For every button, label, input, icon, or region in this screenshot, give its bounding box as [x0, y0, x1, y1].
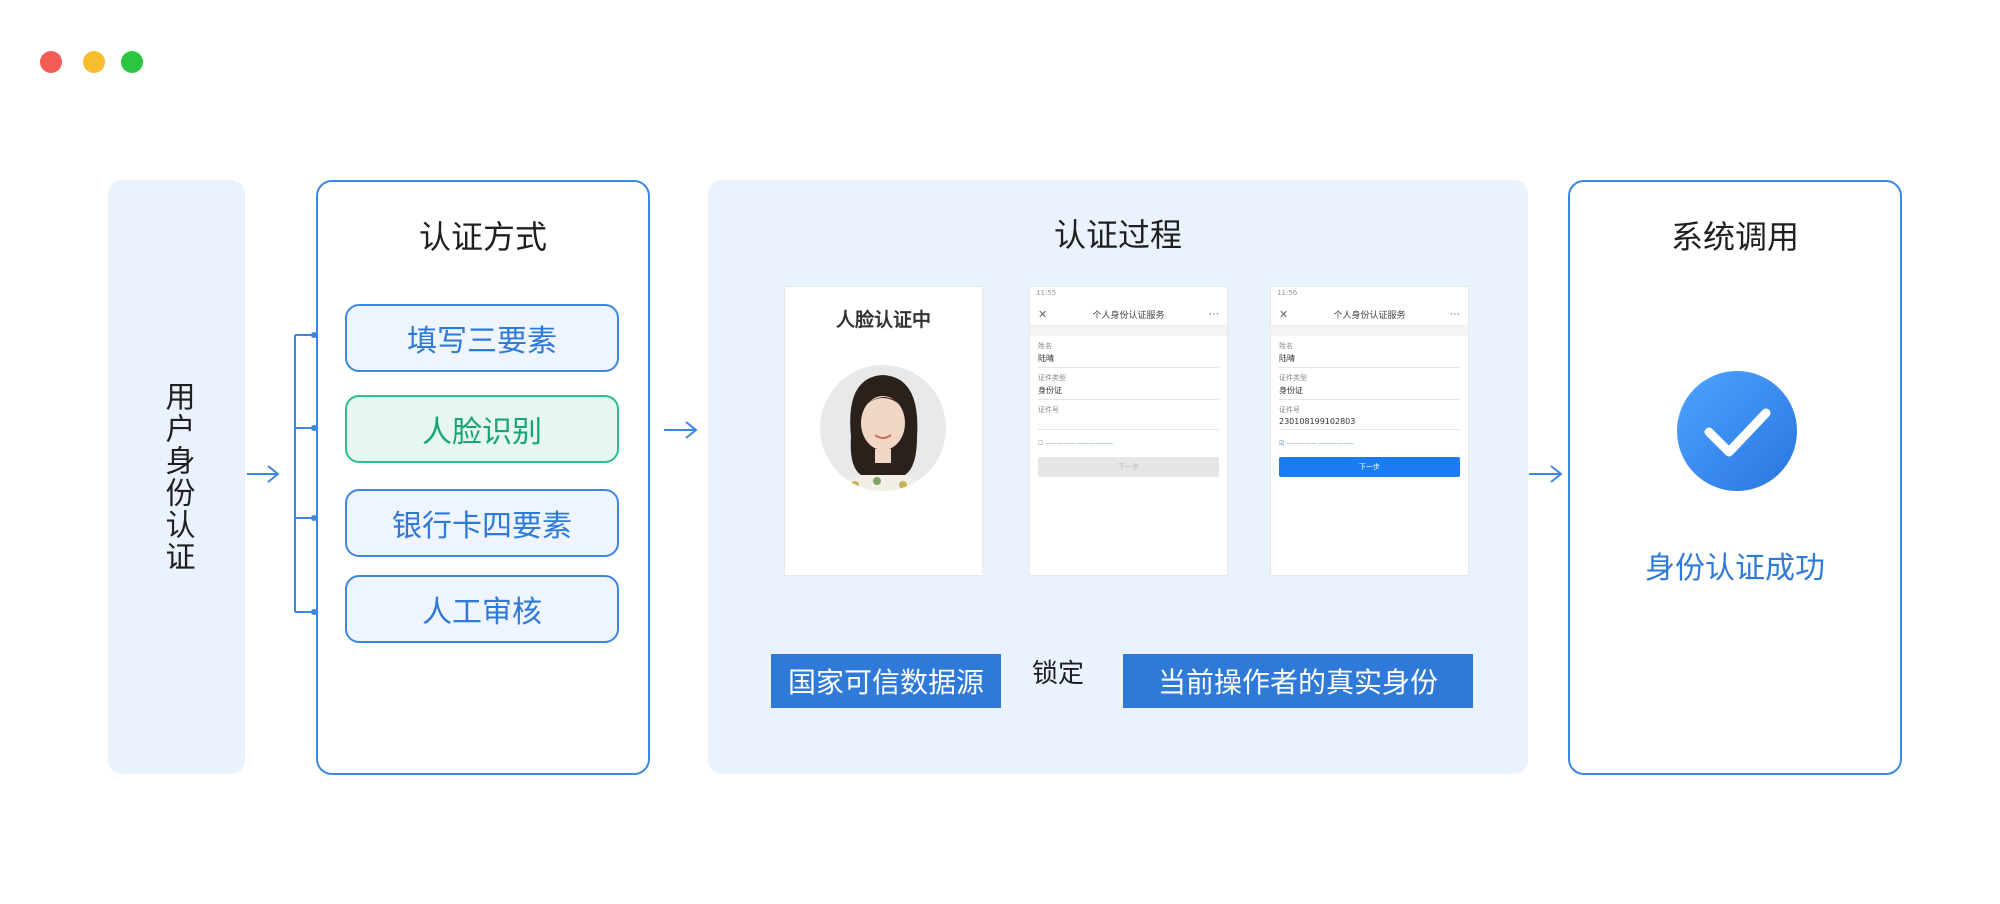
name-field[interactable]: 姓名 陆晴	[1038, 341, 1219, 368]
phone-nav-bar: ✕ 个人身份认证服务 ⋯	[1030, 303, 1227, 326]
phone-nav-title: 个人身份认证服务	[1092, 310, 1165, 321]
lock-label: 锁定	[1032, 659, 1085, 689]
phone-nav-bar: ✕ 个人身份认证服务 ⋯	[1271, 303, 1468, 326]
more-icon[interactable]: ⋯	[1450, 309, 1460, 320]
success-check-icon	[1677, 371, 1797, 491]
auth-process-title: 认证过程	[1053, 216, 1182, 254]
method-face-recognition[interactable]: 人脸识别	[345, 395, 619, 463]
face-auth-screen: 人脸认证中	[785, 287, 982, 575]
phone-nav-title: 个人身份认证服务	[1333, 310, 1406, 321]
name-field[interactable]: 姓名 陆晴	[1279, 341, 1460, 368]
phone-status-time: 11:55	[1036, 289, 1057, 297]
next-button-enabled[interactable]: 下一步	[1279, 457, 1460, 477]
method-manual-review[interactable]: 人工审核	[345, 575, 619, 643]
close-icon[interactable]: ✕	[1279, 308, 1288, 321]
auth-methods-box: 认证方式	[316, 180, 650, 775]
close-icon[interactable]: ✕	[1038, 308, 1047, 321]
phone-info-row	[1030, 326, 1227, 336]
method-three-elements[interactable]: 填写三要素	[345, 304, 619, 372]
system-call-title: 系统调用	[1670, 218, 1799, 256]
phone-info-row	[1271, 326, 1468, 336]
face-avatar	[820, 365, 946, 491]
agreement-checkbox[interactable]: ☑ ————— ——————	[1279, 440, 1460, 447]
more-icon[interactable]: ⋯	[1209, 309, 1219, 320]
method-bank-card-four-elements[interactable]: 银行卡四要素	[345, 489, 619, 557]
id-type-field[interactable]: 证件类型 身份证	[1279, 373, 1460, 400]
face-auth-title: 人脸认证中	[835, 309, 931, 331]
auth-success-label: 身份认证成功	[1645, 551, 1825, 586]
phone-status-time: 11:56	[1277, 289, 1298, 297]
trusted-data-source-tag: 国家可信数据源	[771, 654, 1001, 708]
auth-methods-title: 认证方式	[418, 218, 547, 256]
phone-screen-filled: 11:56 ✕ 个人身份认证服务 ⋯ 姓名 陆晴 证件类型 身份证 证件号 23010…	[1271, 287, 1468, 575]
id-number-field[interactable]: 证件号 230108199102803	[1279, 405, 1460, 430]
real-identity-tag: 当前操作者的真实身份	[1123, 654, 1473, 708]
id-type-field[interactable]: 证件类型 身份证	[1038, 373, 1219, 400]
agreement-checkbox[interactable]: ☐ ————— ——————	[1038, 440, 1219, 447]
system-call-box: 系统调用 身份认证成功	[1568, 180, 1902, 775]
id-number-field[interactable]: 证件号	[1038, 405, 1219, 430]
next-button-disabled[interactable]: 下一步	[1038, 457, 1219, 477]
phone-screen-empty: 11:55 ✕ 个人身份认证服务 ⋯ 姓名 陆晴 证件类型 身份证 证件号 ☐ ——…	[1030, 287, 1227, 575]
